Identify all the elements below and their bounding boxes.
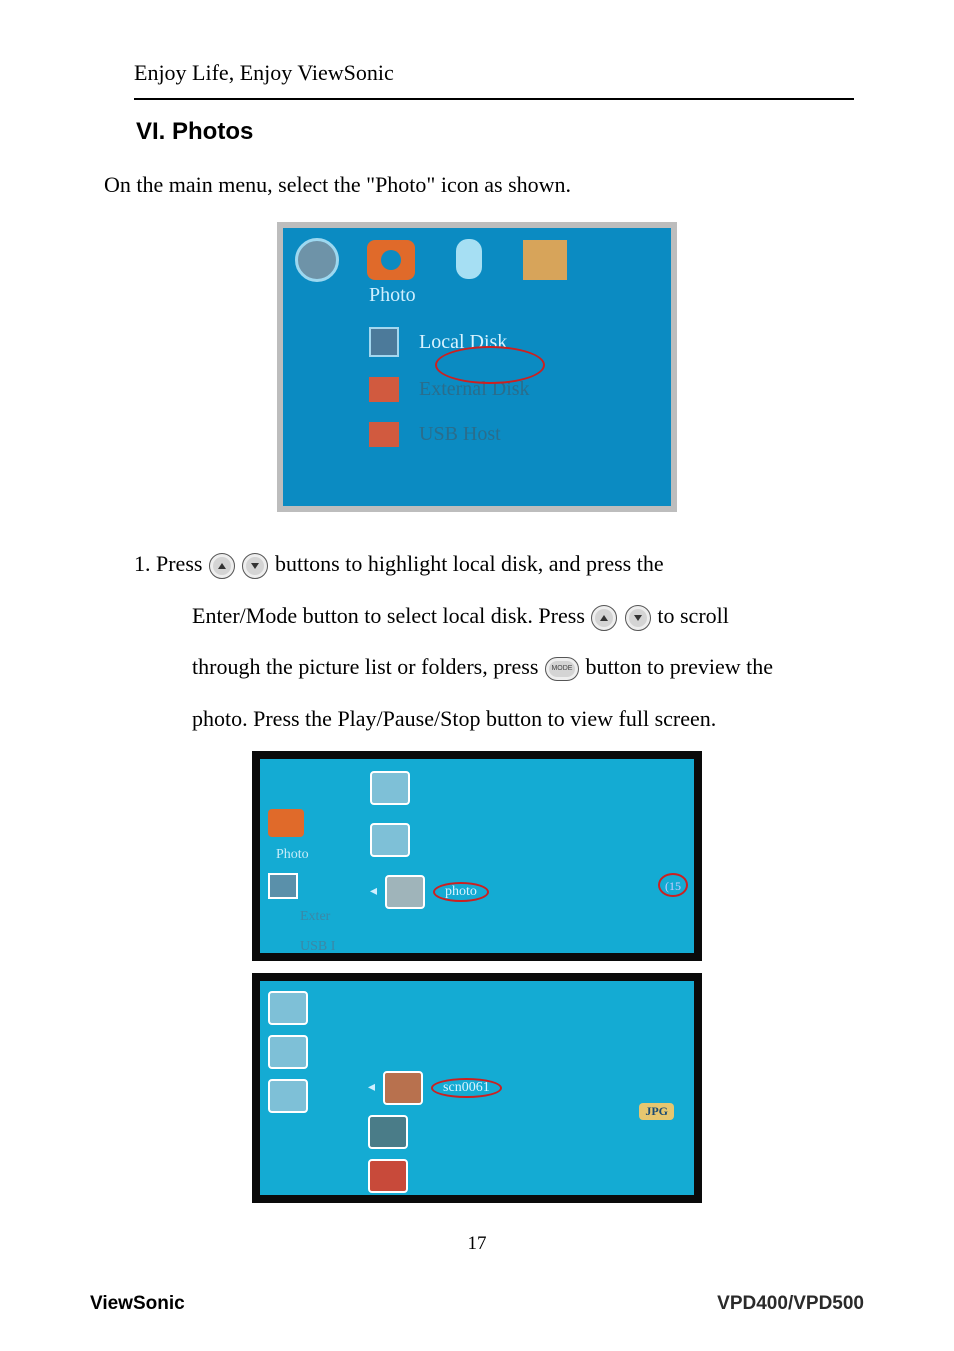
sd-icon (268, 873, 298, 899)
step-line1a: Press (156, 551, 208, 576)
footer-model: VPD400/VPD500 (717, 1293, 864, 1315)
footer-brand: ViewSonic (90, 1293, 185, 1315)
step-number: 1. (134, 551, 151, 576)
screenshot-main-menu: Photo Local Disk External Disk USB Host (277, 222, 677, 512)
screenshot-file-list: ◂ scn0061 JPG (252, 973, 702, 1203)
usb-label: USB I (300, 939, 335, 959)
highlight-circle-local-disk (435, 346, 545, 384)
folder-thumb-icon (370, 823, 410, 857)
up-button-icon (209, 553, 235, 579)
step-line2b: to scroll (657, 603, 729, 628)
step-1: 1. Press buttons to highlight local disk… (134, 538, 824, 745)
step-line1b: buttons to highlight local disk, and pre… (275, 551, 664, 576)
camera-icon (268, 809, 304, 837)
up-button-icon (591, 605, 617, 631)
step-line2a: Enter/Mode button to select local disk. … (192, 603, 590, 628)
exter-label: Exter (300, 909, 330, 929)
folder-thumb-icon (385, 875, 425, 909)
arrow-left-icon: ◂ (370, 883, 377, 900)
menu-photo-label: Photo (369, 284, 659, 307)
thumb-icon (268, 1035, 308, 1069)
step-line3b: button to preview the (585, 654, 773, 679)
camera-icon (367, 240, 415, 280)
globe-icon (295, 238, 339, 282)
file-thumb-icon (368, 1115, 408, 1149)
down-button-icon (625, 605, 651, 631)
usb-host-icon (369, 422, 399, 447)
photo-label: Photo (276, 847, 335, 863)
step-line4: photo. Press the Play/Pause/Stop button … (192, 693, 824, 745)
file-thumb-icon (383, 1071, 423, 1105)
jpg-badge: JPG (639, 1103, 674, 1120)
thumb-icon (268, 1079, 308, 1113)
intro-text: On the main menu, select the "Photo" ico… (104, 172, 864, 198)
item-count-highlight: (15 (658, 873, 688, 897)
usb-icon (268, 939, 292, 959)
step-line3a: through the picture list or folders, pre… (192, 654, 544, 679)
folder-name-highlight: photo (433, 882, 489, 902)
folder-thumb-icon (370, 771, 410, 805)
header-divider (134, 98, 854, 100)
screenshot-folder-list: Photo Exter USB I ◂ photo (15 (252, 751, 702, 961)
down-button-icon (242, 553, 268, 579)
exter-icon (268, 909, 292, 929)
microphone-icon (443, 239, 495, 281)
mode-button-icon (545, 657, 579, 681)
thumb-icon (268, 991, 308, 1025)
file-name-highlight: scn0061 (431, 1078, 502, 1098)
notepad-icon (523, 240, 567, 280)
external-disk-icon (369, 377, 399, 402)
header-tagline: Enjoy Life, Enjoy ViewSonic (134, 60, 864, 86)
usb-host-label: USB Host (419, 423, 501, 446)
local-disk-icon (369, 327, 399, 357)
page-number: 17 (90, 1233, 864, 1255)
section-title: VI. Photos (136, 118, 864, 146)
arrow-left-icon: ◂ (368, 1079, 375, 1096)
file-thumb-icon (368, 1159, 408, 1193)
